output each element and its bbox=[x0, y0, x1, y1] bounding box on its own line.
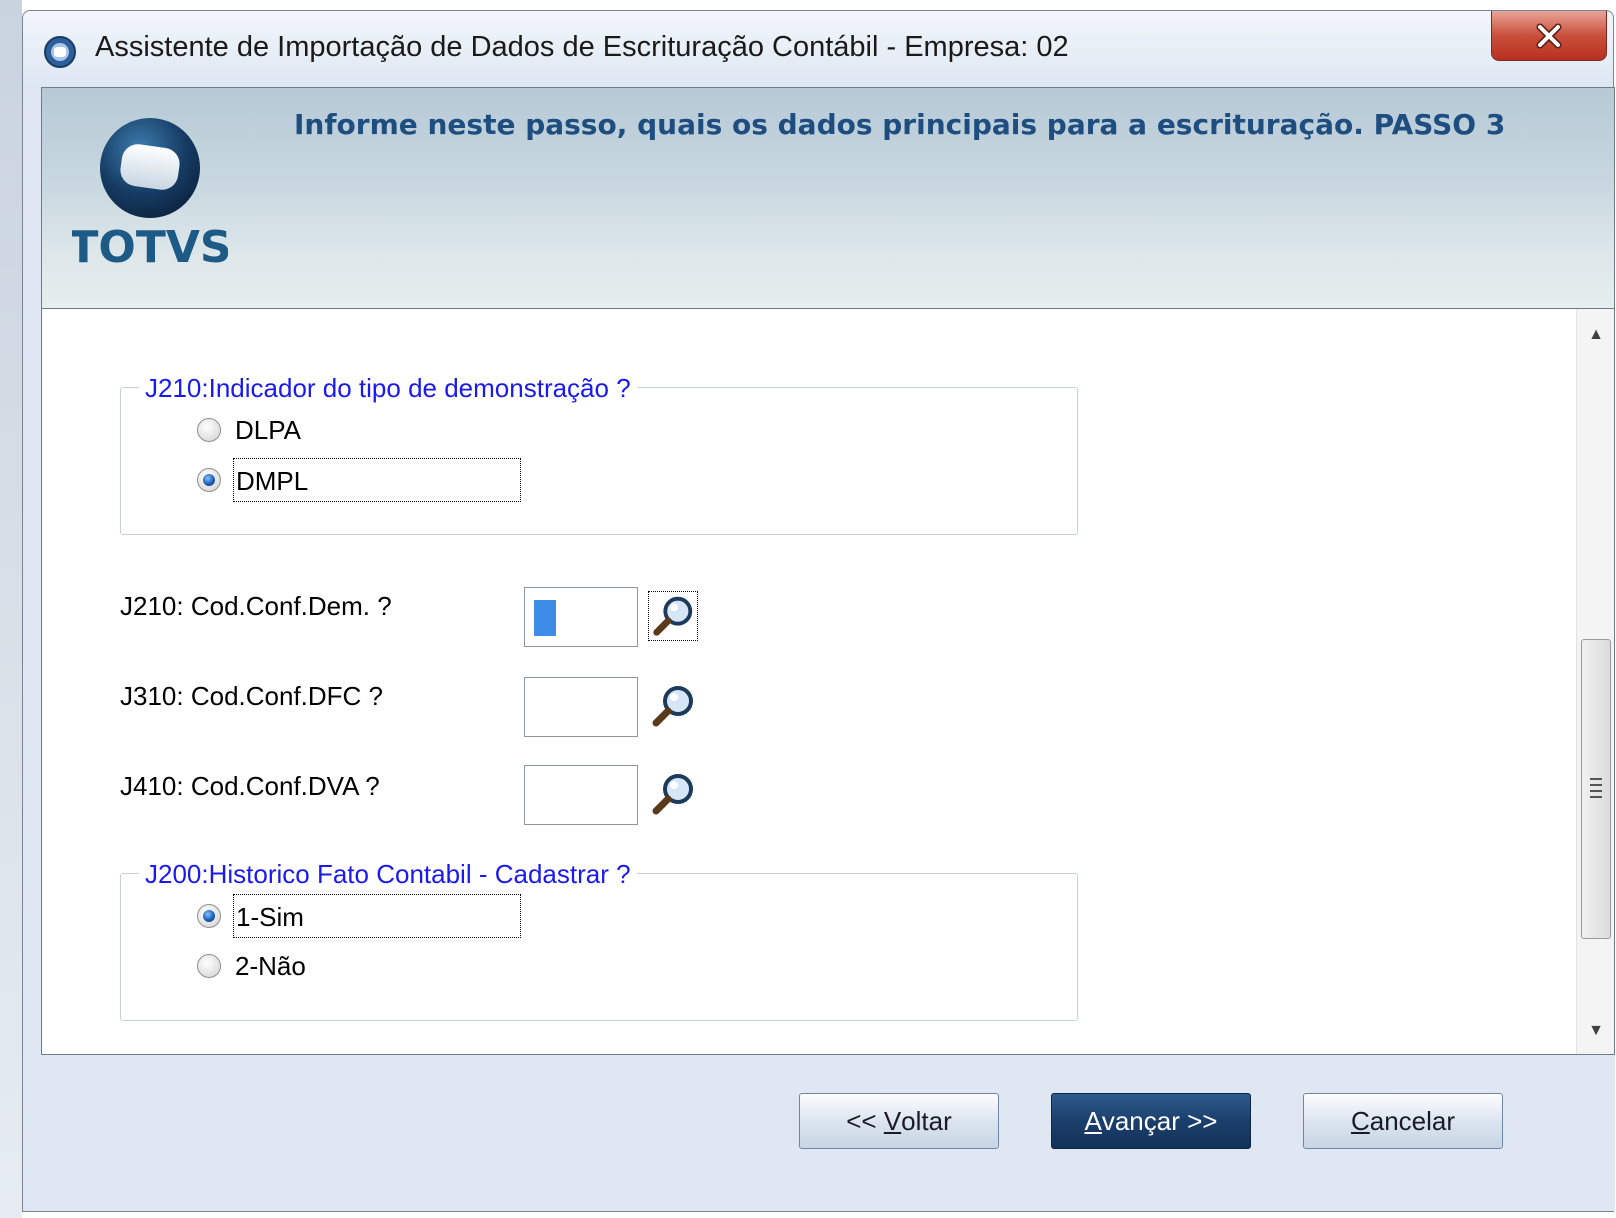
next-button[interactable]: Avançar >> bbox=[1051, 1093, 1251, 1149]
wizard-header: TOTVS Informe neste passo, quais os dado… bbox=[41, 87, 1615, 309]
label-cod-conf-dem: J210: Cod.Conf.Dem. ? bbox=[120, 591, 392, 621]
radio-label: DMPL bbox=[233, 458, 521, 502]
vertical-scrollbar[interactable]: ▲ ▼ bbox=[1576, 309, 1614, 1054]
back-button-label: oltar bbox=[901, 1105, 952, 1136]
demonstration-type-group: J210:Indicador do tipo de demonstração ?… bbox=[120, 373, 1078, 535]
next-button-label: vançar >> bbox=[1101, 1105, 1218, 1136]
historico-fato-contabil-group: J200:Historico Fato Contabil - Cadastrar… bbox=[120, 859, 1078, 1021]
next-button-mnemonic: A bbox=[1084, 1105, 1102, 1136]
totvs-logo-text: TOTVS bbox=[72, 222, 228, 270]
search-icon[interactable] bbox=[648, 591, 698, 641]
app-icon bbox=[44, 36, 76, 68]
radio-option-dlpa[interactable]: DLPA bbox=[197, 412, 313, 448]
window-title: Assistente de Importação de Dados de Esc… bbox=[95, 31, 1069, 63]
cod-conf-dem-input[interactable] bbox=[524, 587, 638, 647]
wizard-content: J210:Indicador do tipo de demonstração ?… bbox=[41, 309, 1615, 1055]
back-button-prefix: << bbox=[846, 1105, 884, 1136]
search-icon[interactable] bbox=[648, 769, 698, 819]
wizard-window: Assistente de Importação de Dados de Esc… bbox=[22, 10, 1615, 1212]
radio-label: 1-Sim bbox=[233, 894, 521, 938]
group-legend: J210:Indicador do tipo de demonstração ? bbox=[139, 373, 637, 404]
close-button[interactable] bbox=[1491, 11, 1607, 61]
scroll-thumb[interactable] bbox=[1581, 639, 1611, 939]
cancel-button[interactable]: Cancelar bbox=[1303, 1093, 1503, 1149]
radio-button[interactable] bbox=[197, 954, 221, 978]
label-cod-conf-dva: J410: Cod.Conf.DVA ? bbox=[120, 771, 380, 801]
back-button[interactable]: << Voltar bbox=[799, 1093, 999, 1149]
radio-option-dmpl[interactable]: DMPL bbox=[197, 458, 521, 502]
scroll-up-icon[interactable]: ▲ bbox=[1577, 313, 1614, 357]
cod-conf-dva-input[interactable] bbox=[524, 765, 638, 825]
radio-button[interactable] bbox=[197, 418, 221, 442]
step-instruction: Informe neste passo, quais os dados prin… bbox=[294, 108, 1506, 141]
cod-conf-dfc-input[interactable] bbox=[524, 677, 638, 737]
grip-icon bbox=[1590, 778, 1602, 798]
radio-label: DLPA bbox=[235, 415, 301, 445]
title-bar[interactable]: Assistente de Importação de Dados de Esc… bbox=[23, 11, 1613, 87]
wizard-footer: << Voltar Avançar >> Cancelar bbox=[41, 1055, 1615, 1211]
label-cod-conf-dfc: J310: Cod.Conf.DFC ? bbox=[120, 681, 384, 711]
search-icon[interactable] bbox=[648, 681, 698, 731]
group-legend: J200:Historico Fato Contabil - Cadastrar… bbox=[139, 859, 637, 890]
radio-button-checked[interactable] bbox=[197, 468, 221, 492]
cancel-button-label: ancelar bbox=[1369, 1105, 1456, 1136]
close-icon bbox=[1536, 23, 1562, 48]
radio-option-sim[interactable]: 1-Sim bbox=[197, 894, 521, 938]
radio-button-checked[interactable] bbox=[197, 904, 221, 928]
cancel-button-mnemonic: C bbox=[1350, 1105, 1370, 1136]
totvs-logo: TOTVS bbox=[72, 118, 228, 270]
text-selection-caret bbox=[534, 600, 556, 636]
radio-option-nao[interactable]: 2-Não bbox=[197, 948, 318, 984]
back-button-mnemonic: V bbox=[883, 1105, 902, 1136]
scroll-down-icon[interactable]: ▼ bbox=[1577, 1009, 1614, 1053]
radio-label: 2-Não bbox=[235, 951, 306, 981]
desktop-background bbox=[0, 0, 22, 1218]
